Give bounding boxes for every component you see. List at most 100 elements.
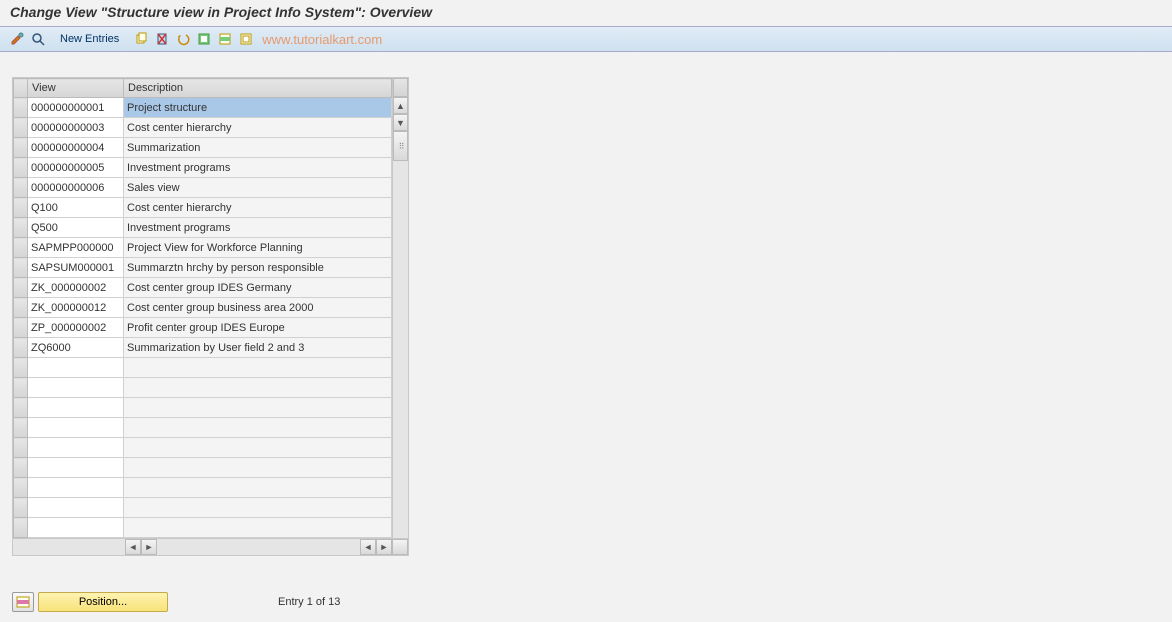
scroll-up-button[interactable]: ▲ [393, 97, 408, 114]
new-entries-button[interactable]: New Entries [54, 32, 125, 46]
cell-view[interactable] [28, 358, 124, 378]
cell-description[interactable]: Cost center group IDES Germany [124, 278, 392, 298]
cell-description[interactable]: Summarization by User field 2 and 3 [124, 338, 392, 358]
watermark-text: www.tutorialkart.com [262, 32, 382, 47]
cell-view[interactable] [28, 478, 124, 498]
table-row: 000000000003Cost center hierarchy [14, 118, 392, 138]
cell-view[interactable]: ZP_000000002 [28, 318, 124, 338]
cell-view[interactable]: SAPMPP000000 [28, 238, 124, 258]
cell-view[interactable]: ZK_000000012 [28, 298, 124, 318]
cell-view[interactable] [28, 498, 124, 518]
row-selector[interactable] [14, 278, 28, 298]
select-entries-icon[interactable] [12, 592, 34, 612]
column-header-description[interactable]: Description [124, 79, 392, 98]
delete-icon[interactable] [153, 30, 171, 48]
row-selector[interactable] [14, 238, 28, 258]
table-row-empty [14, 398, 392, 418]
row-selector[interactable] [14, 138, 28, 158]
row-selector[interactable] [14, 318, 28, 338]
scroll-left-end-button[interactable]: ◄ [360, 539, 376, 555]
cell-description[interactable]: Profit center group IDES Europe [124, 318, 392, 338]
position-button[interactable]: Position... [38, 592, 168, 612]
cell-description[interactable] [124, 518, 392, 538]
cell-description[interactable]: Cost center hierarchy [124, 198, 392, 218]
cell-view[interactable]: 000000000006 [28, 178, 124, 198]
cell-view[interactable]: Q100 [28, 198, 124, 218]
cell-description[interactable] [124, 398, 392, 418]
row-selector[interactable] [14, 378, 28, 398]
details-icon[interactable] [29, 30, 47, 48]
scroll-left-button[interactable]: ◄ [125, 539, 141, 555]
row-selector[interactable] [14, 398, 28, 418]
row-selector[interactable] [14, 438, 28, 458]
cell-view[interactable]: SAPSUM000001 [28, 258, 124, 278]
cell-description[interactable]: Investment programs [124, 158, 392, 178]
scroll-right-end-button[interactable]: ► [376, 539, 392, 555]
row-selector[interactable] [14, 498, 28, 518]
toolbar: New Entries www.tutorialkart.com [0, 26, 1172, 52]
row-selector[interactable] [14, 358, 28, 378]
table-row: ZP_000000002Profit center group IDES Eur… [14, 318, 392, 338]
cell-description[interactable]: Summarztn hrchy by person responsible [124, 258, 392, 278]
cell-description[interactable] [124, 378, 392, 398]
cell-view[interactable] [28, 418, 124, 438]
cell-view[interactable] [28, 438, 124, 458]
row-selector[interactable] [14, 458, 28, 478]
row-selector[interactable] [14, 338, 28, 358]
row-selector[interactable] [14, 178, 28, 198]
cell-description[interactable] [124, 358, 392, 378]
cell-view[interactable]: Q500 [28, 218, 124, 238]
scroll-down-button[interactable]: ▼ [393, 114, 408, 131]
cell-description[interactable]: Investment programs [124, 218, 392, 238]
row-selector[interactable] [14, 218, 28, 238]
row-selector[interactable] [14, 478, 28, 498]
copy-icon[interactable] [132, 30, 150, 48]
cell-description[interactable] [124, 418, 392, 438]
cell-view[interactable]: 000000000005 [28, 158, 124, 178]
scroll-right-button[interactable]: ► [141, 539, 157, 555]
cell-description[interactable] [124, 478, 392, 498]
table-row-empty [14, 438, 392, 458]
cell-view[interactable]: 000000000004 [28, 138, 124, 158]
row-selector[interactable] [14, 98, 28, 118]
cell-description[interactable]: Cost center group business area 2000 [124, 298, 392, 318]
row-selector[interactable] [14, 418, 28, 438]
select-block-icon[interactable] [216, 30, 234, 48]
cell-view[interactable] [28, 378, 124, 398]
table-row-empty [14, 418, 392, 438]
row-selector[interactable] [14, 118, 28, 138]
cell-view[interactable] [28, 398, 124, 418]
row-selector[interactable] [14, 518, 28, 538]
cell-description[interactable]: Summarization [124, 138, 392, 158]
cell-description[interactable]: Sales view [124, 178, 392, 198]
cell-view[interactable]: ZQ6000 [28, 338, 124, 358]
cell-view[interactable] [28, 518, 124, 538]
row-selector[interactable] [14, 198, 28, 218]
undo-icon[interactable] [174, 30, 192, 48]
row-selector[interactable] [14, 158, 28, 178]
cell-description[interactable]: Cost center hierarchy [124, 118, 392, 138]
row-selector-header[interactable] [14, 79, 28, 98]
cell-description[interactable] [124, 498, 392, 518]
cell-view[interactable]: 000000000003 [28, 118, 124, 138]
table-row-empty [14, 378, 392, 398]
cell-description[interactable] [124, 458, 392, 478]
hscroll-track[interactable] [157, 539, 360, 555]
column-header-view[interactable]: View [28, 79, 124, 98]
deselect-all-icon[interactable] [237, 30, 255, 48]
row-selector[interactable] [14, 258, 28, 278]
cell-description[interactable]: Project structure [124, 98, 392, 118]
cell-view[interactable]: 000000000001 [28, 98, 124, 118]
table-row: Q500Investment programs [14, 218, 392, 238]
cell-description[interactable]: Project View for Workforce Planning [124, 238, 392, 258]
horizontal-scrollbar[interactable]: ◄ ► ◄ ► [13, 538, 408, 555]
toggle-display-change-icon[interactable] [8, 30, 26, 48]
cell-description[interactable] [124, 438, 392, 458]
cell-view[interactable]: ZK_000000002 [28, 278, 124, 298]
scroll-grip-icon[interactable]: ⠿ [393, 131, 408, 161]
scroll-track[interactable] [393, 161, 408, 538]
vertical-scrollbar[interactable]: ▲ ▼ ⠿ [392, 78, 408, 538]
select-all-icon[interactable] [195, 30, 213, 48]
cell-view[interactable] [28, 458, 124, 478]
row-selector[interactable] [14, 298, 28, 318]
